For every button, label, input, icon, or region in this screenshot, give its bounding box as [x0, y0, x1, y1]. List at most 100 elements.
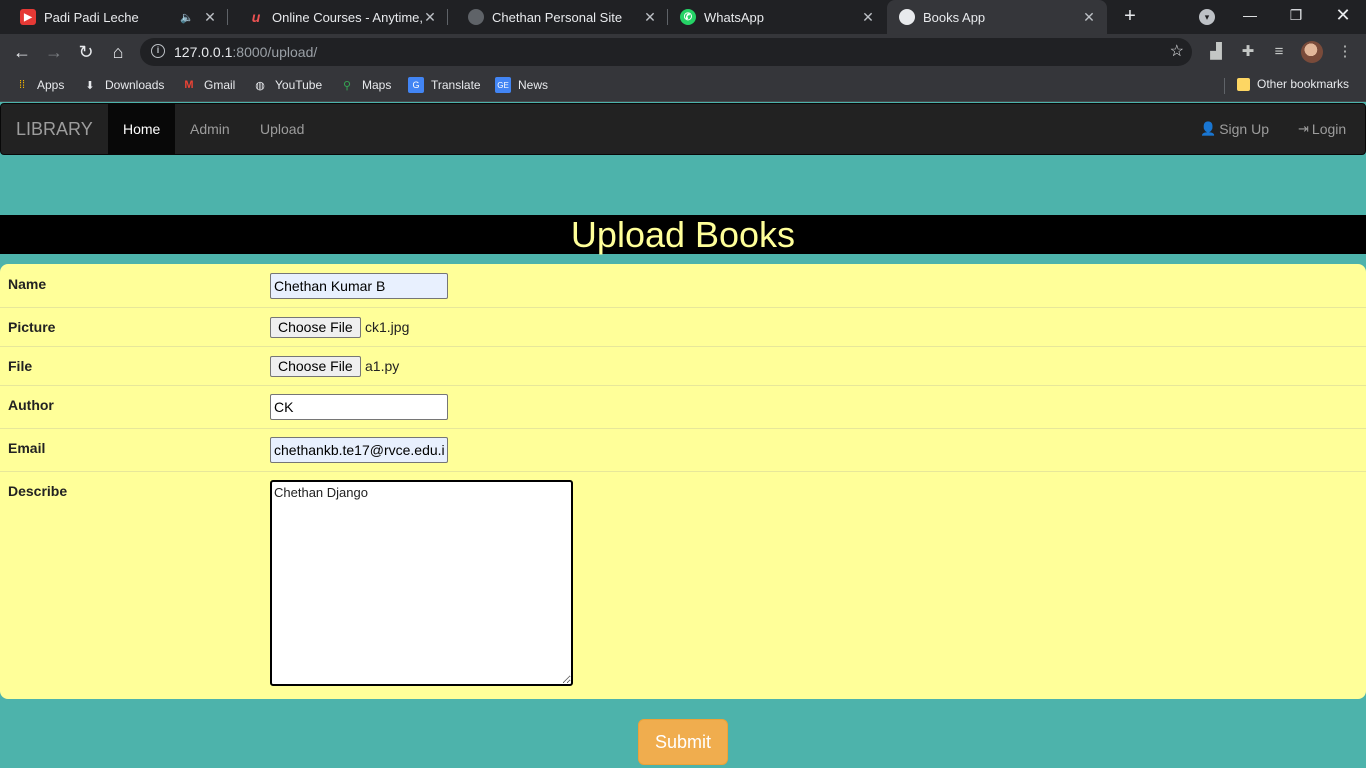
- tab-chethan-personal-site[interactable]: Chethan Personal Site ✕: [448, 0, 668, 34]
- file-filename: a1.py: [365, 358, 400, 374]
- forward-arrow-icon[interactable]: →: [42, 40, 66, 64]
- udemy-icon: u: [251, 9, 261, 25]
- tab-search-icon[interactable]: ▾: [1199, 9, 1215, 25]
- form-row-file: File Choose File a1.py: [0, 347, 1366, 386]
- form-row-describe: Describe Chethan Django: [0, 472, 1366, 699]
- close-window-button[interactable]: ✕: [1331, 4, 1355, 28]
- form-row-email: Email: [0, 429, 1366, 472]
- tab-title: Chethan Personal Site: [492, 9, 623, 25]
- submit-button[interactable]: Submit: [638, 719, 728, 765]
- page-title: Upload Books: [0, 215, 1366, 254]
- form-row-author: Author: [0, 386, 1366, 429]
- back-arrow-icon[interactable]: ←: [10, 40, 34, 64]
- bookmark-label: YouTube: [275, 78, 323, 92]
- nav-login[interactable]: ⇥ Login: [1298, 104, 1346, 154]
- download-icon: ⬇: [85, 79, 95, 92]
- bookmark-maps[interactable]: ⚲ Maps: [339, 77, 391, 93]
- bookmark-translate[interactable]: G Translate: [408, 77, 481, 93]
- close-tab-icon[interactable]: ✕: [422, 9, 438, 26]
- bookmark-label: Downloads: [105, 78, 165, 92]
- youtube-music-icon: ▶: [20, 9, 36, 25]
- email-label: Email: [8, 440, 46, 456]
- bookmark-star-icon[interactable]: ☆: [1170, 41, 1184, 61]
- nav-signup[interactable]: 👤 Sign Up: [1200, 104, 1269, 154]
- site-navbar: LIBRARY Home Admin Upload 👤 Sign Up ⇥ Lo…: [0, 103, 1366, 155]
- nav-login-label: Login: [1311, 121, 1347, 137]
- tab-title: Padi Padi Leche: [44, 9, 139, 25]
- upload-form: Name Picture Choose File ck1.jpg File Ch…: [0, 264, 1366, 699]
- name-label: Name: [8, 276, 47, 292]
- news-icon: GE: [495, 77, 511, 93]
- media-icon[interactable]: ▟: [1206, 42, 1226, 62]
- address-bar[interactable]: i 127.0.0.1:8000/upload/ ☆: [140, 38, 1192, 66]
- new-tab-button[interactable]: +: [1118, 4, 1142, 30]
- whatsapp-icon: ✆: [680, 9, 696, 25]
- tab-whatsapp[interactable]: ✆ WhatsApp ✕: [668, 0, 886, 34]
- restore-button[interactable]: ❐: [1284, 4, 1308, 28]
- home-icon[interactable]: ⌂: [106, 40, 130, 64]
- bookmarks-divider: [1224, 78, 1225, 94]
- address-url[interactable]: 127.0.0.1:8000/upload/: [174, 44, 317, 60]
- login-icon: ⇥: [1298, 121, 1309, 136]
- tab-online-courses[interactable]: u Online Courses - Anytime, An ✕: [228, 0, 448, 34]
- globe-icon: [899, 9, 915, 25]
- gmail-icon: M: [184, 79, 194, 91]
- nav-home[interactable]: Home: [108, 104, 176, 154]
- close-tab-icon[interactable]: ✕: [642, 9, 658, 26]
- tab-title: Books App: [923, 9, 986, 25]
- bookmark-downloads[interactable]: ⬇ Downloads: [82, 77, 164, 93]
- bookmark-label: News: [518, 78, 549, 92]
- nav-signup-label: Sign Up: [1219, 121, 1269, 137]
- author-input[interactable]: [270, 394, 448, 420]
- translate-icon: G: [408, 77, 424, 93]
- form-row-name: Name: [0, 264, 1366, 308]
- bookmark-apps[interactable]: ⁞⁞ Apps: [14, 77, 64, 93]
- close-tab-icon[interactable]: ✕: [1081, 9, 1097, 26]
- bookmarks-bar: ⁞⁞ Apps ⬇ Downloads M Gmail ◍ YouTube ⚲ …: [0, 70, 1366, 102]
- bookmark-label: Apps: [37, 78, 65, 92]
- bookmark-news[interactable]: GE News: [495, 77, 548, 93]
- speaker-icon[interactable]: 🔈: [180, 11, 194, 24]
- brand-logo[interactable]: LIBRARY: [16, 119, 93, 140]
- describe-textarea[interactable]: Chethan Django: [270, 480, 573, 686]
- email-input[interactable]: [270, 437, 448, 463]
- extensions-puzzle-icon[interactable]: ✚: [1238, 42, 1258, 62]
- reading-list-icon[interactable]: ≡: [1269, 42, 1289, 62]
- maps-pin-icon: ⚲: [342, 79, 352, 92]
- name-input[interactable]: [270, 273, 448, 299]
- tab-title: Online Courses - Anytime, An: [272, 9, 422, 25]
- tab-padi-padi-leche[interactable]: ▶ Padi Padi Leche 🔈 ✕: [0, 0, 228, 34]
- bookmark-label: Gmail: [204, 78, 236, 92]
- describe-label: Describe: [8, 483, 68, 499]
- nav-admin[interactable]: Admin: [175, 104, 245, 154]
- minimize-button[interactable]: —: [1238, 4, 1262, 28]
- globe-icon: ◍: [255, 79, 265, 92]
- apps-grid-icon: ⁞⁞: [18, 79, 26, 91]
- reload-icon[interactable]: ↻: [74, 40, 98, 64]
- folder-icon: [1237, 77, 1250, 91]
- bookmark-label: Maps: [362, 78, 392, 92]
- more-menu-icon[interactable]: ⋮: [1335, 42, 1355, 62]
- author-label: Author: [8, 397, 54, 413]
- nav-upload[interactable]: Upload: [245, 104, 319, 154]
- form-row-picture: Picture Choose File ck1.jpg: [0, 308, 1366, 347]
- globe-icon: [468, 9, 484, 25]
- bookmark-youtube[interactable]: ◍ YouTube: [252, 77, 322, 93]
- close-tab-icon[interactable]: ✕: [202, 9, 218, 26]
- site-info-icon[interactable]: i: [151, 44, 165, 58]
- close-tab-icon[interactable]: ✕: [860, 9, 876, 26]
- bookmark-label: Other bookmarks: [1257, 77, 1350, 91]
- bookmark-other[interactable]: Other bookmarks: [1237, 77, 1349, 91]
- tab-title: WhatsApp: [704, 9, 764, 25]
- profile-avatar[interactable]: [1301, 41, 1323, 63]
- picture-filename: ck1.jpg: [365, 319, 410, 335]
- picture-label: Picture: [8, 319, 56, 335]
- file-choose-file-button[interactable]: Choose File: [270, 356, 361, 377]
- file-label: File: [8, 358, 33, 374]
- tab-books-app[interactable]: Books App ✕: [887, 0, 1107, 34]
- browser-tab-strip: ▶ Padi Padi Leche 🔈 ✕ u Online Courses -…: [0, 0, 1366, 34]
- picture-choose-file-button[interactable]: Choose File: [270, 317, 361, 338]
- user-icon: 👤: [1200, 121, 1217, 136]
- bookmark-gmail[interactable]: M Gmail: [181, 77, 235, 93]
- bookmark-label: Translate: [431, 78, 481, 92]
